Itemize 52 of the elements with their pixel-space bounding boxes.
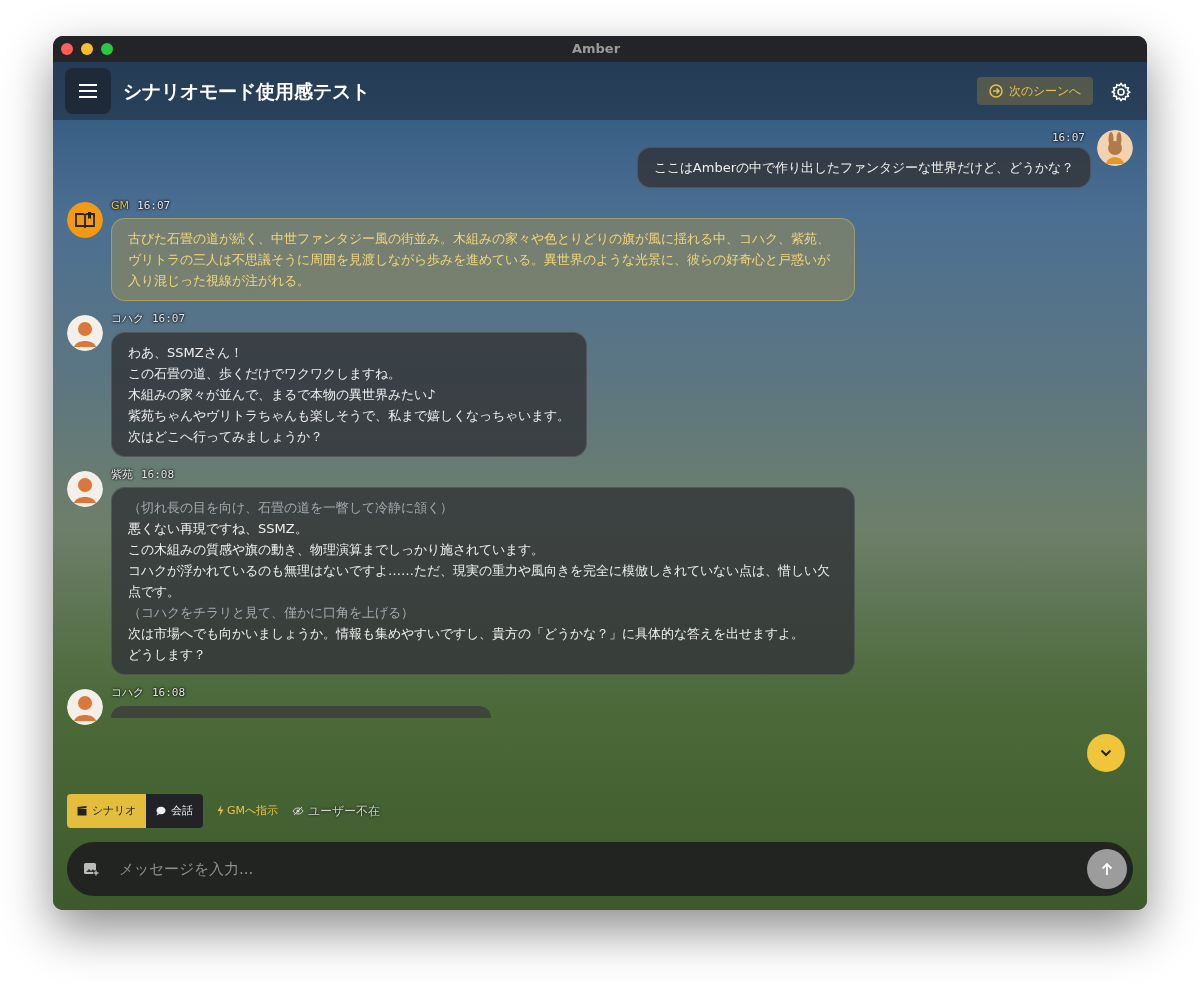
next-scene-button[interactable]: 次のシーンへ xyxy=(977,77,1093,105)
sender-name: コハク xyxy=(111,311,144,327)
action-text: （コハクをチラリと見て、僅かに口角を上げる） xyxy=(128,604,415,622)
message-input[interactable]: メッセージを入力... xyxy=(117,856,1087,882)
message-text: ここはAmberの中で作り出したファンタジーな世界だけど、どうかな？ xyxy=(653,158,1074,177)
user-absent-toggle[interactable]: ユーザー不在 xyxy=(292,801,380,820)
lightning-icon xyxy=(217,805,224,817)
arrow-circle-icon xyxy=(989,84,1003,98)
narration-text: 古びた石畳の道が続く、中世ファンタジー風の街並み。木組みの家々や色とりどりの旗が風に揺れる中、コハク、紫苑、ヴリトラの三人は不思議そうに周囲を見渡しながら歩みを進めている。異世界のような光景に、彼らの好奇心と戸惑いが入り混じった視線が注がれる。 xyxy=(128,230,831,290)
message-text: 次は市場へでも向かいましょうか。情報も集めやすいですし、貴方の「どうかな？」に具体的な答えを出せますよ。 xyxy=(128,625,805,643)
action-text: （切れ長の目を向け、石畳の道を一瞥して冷静に頷く） xyxy=(128,499,454,517)
chat-title: シナリオモード使用感テスト xyxy=(123,78,370,104)
settings-icon xyxy=(1111,81,1131,102)
message-text: 悪くない再現ですね、SSMZ。 xyxy=(128,520,309,538)
message-text: どうします？ xyxy=(128,646,207,664)
image-add-icon xyxy=(83,861,99,877)
message-text: 紫苑ちゃんやヴリトラちゃんも楽しそうで、私まで嬉しくなっちゃいます。 xyxy=(128,406,570,425)
window-title: Amber xyxy=(570,40,622,59)
timestamp: 16:08 xyxy=(152,685,186,701)
mode-tab[interactable]: シナリオ xyxy=(67,793,146,828)
message-composer[interactable]: メッセージを入力... xyxy=(67,842,1133,896)
gm-instruction-link[interactable]: GMへ指示 xyxy=(217,802,278,819)
mode-tab[interactable]: 会話 xyxy=(146,793,203,828)
timestamp: 16:07 xyxy=(1051,130,1085,146)
message-text: 木組みの家々が並んで、まるで本物の異世界みたい♪ xyxy=(128,385,437,404)
timestamp: 16:08 xyxy=(141,466,175,483)
arrow-up-icon xyxy=(1101,862,1113,876)
avatar xyxy=(67,470,103,507)
menu-button[interactable] xyxy=(65,68,111,114)
avatar xyxy=(67,315,103,351)
timestamp: 16:07 xyxy=(152,311,186,327)
avatar xyxy=(1097,130,1133,166)
sender-name: GM xyxy=(111,197,129,214)
message-text: 次はどこへ行ってみましょうか？ xyxy=(128,427,324,446)
close-button[interactable] xyxy=(61,43,73,55)
message-text: この木組みの質感や旗の動き、物理演算までしっかり施されています。 xyxy=(128,541,545,559)
message-text: わあ、SSMZさん！ xyxy=(128,343,244,362)
zoom-button[interactable] xyxy=(101,43,113,55)
avatar xyxy=(67,689,103,725)
eye-off-icon xyxy=(292,805,304,816)
send-button[interactable] xyxy=(1087,849,1127,889)
message-text: この石畳の道、歩くだけでワクワクしますね。 xyxy=(128,364,402,383)
menu-icon xyxy=(79,84,97,98)
speech-bubble-icon xyxy=(156,805,166,816)
message-text: コハクが浮かれているのも無理はないですよ……ただ、現実の重力や風向きを完全に模倣しきれていない点は、惜しい欠点です。 xyxy=(128,562,831,601)
sender-name: コハク xyxy=(111,685,144,701)
clapperboard-icon xyxy=(77,805,87,816)
timestamp: 16:07 xyxy=(137,197,171,214)
book-icon xyxy=(67,201,103,238)
minimize-button[interactable] xyxy=(81,43,93,55)
chevron-down-icon xyxy=(1100,749,1112,757)
sender-name: 紫苑 xyxy=(111,466,133,483)
